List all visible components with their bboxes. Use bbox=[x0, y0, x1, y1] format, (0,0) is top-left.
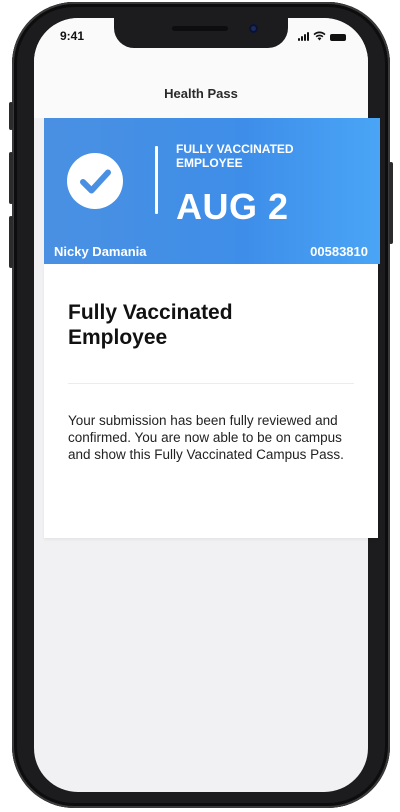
wifi-icon bbox=[313, 31, 326, 41]
status-time: 9:41 bbox=[60, 29, 85, 43]
details-body: Your submission has been fully reviewed … bbox=[68, 413, 344, 462]
card-divider bbox=[155, 146, 158, 214]
details-divider bbox=[68, 383, 354, 384]
power-button bbox=[389, 162, 393, 244]
battery-icon bbox=[330, 34, 346, 41]
pass-card-overlay: FULLY VACCINATED EMPLOYEE AUG 2 Nicky Da… bbox=[44, 118, 380, 264]
volume-down-button bbox=[9, 216, 13, 268]
notch bbox=[114, 18, 288, 48]
holder-name: Nicky Damania bbox=[54, 244, 147, 259]
volume-up-button bbox=[9, 152, 13, 204]
pass-date: AUG 2 bbox=[176, 186, 289, 227]
speaker-grille bbox=[172, 26, 228, 31]
signal-icon bbox=[298, 32, 309, 41]
holder-id: 00583810 bbox=[310, 244, 368, 259]
front-camera bbox=[249, 24, 258, 33]
vaccination-status-label: FULLY VACCINATED EMPLOYEE bbox=[176, 142, 294, 170]
checkmark-circle-icon bbox=[67, 153, 123, 209]
details-title: Fully Vaccinated Employee bbox=[68, 301, 233, 349]
details-card: Fully Vaccinated Employee Your submissio… bbox=[44, 264, 378, 538]
silent-switch bbox=[9, 102, 13, 130]
status-icons bbox=[298, 31, 346, 41]
page-title: Health Pass bbox=[164, 86, 238, 101]
